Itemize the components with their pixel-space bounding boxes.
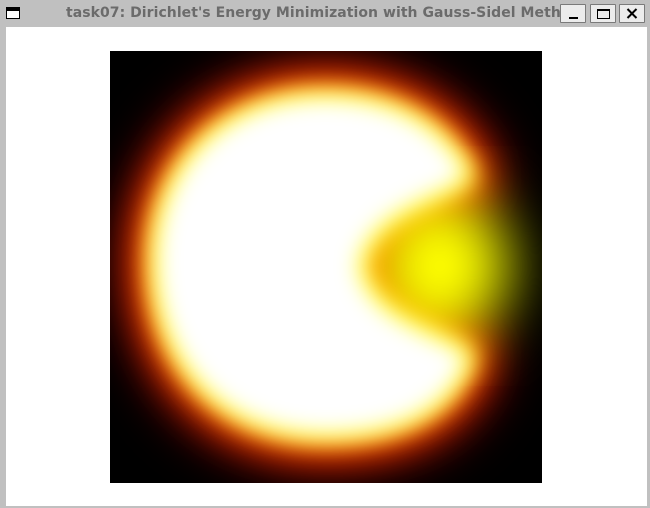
maximize-icon [597, 9, 610, 19]
close-button[interactable] [619, 4, 645, 23]
window-menu-icon[interactable] [6, 7, 20, 19]
heatmap-canvas [110, 51, 542, 483]
minimize-icon [569, 17, 578, 19]
minimize-button[interactable] [560, 4, 586, 23]
heatmap-svg [110, 51, 542, 483]
app-window: task07: Dirichlet's Energy Minimization … [0, 0, 650, 508]
client-area [6, 27, 647, 506]
window-title: task07: Dirichlet's Energy Minimization … [66, 5, 581, 21]
title-bar[interactable]: task07: Dirichlet's Energy Minimization … [0, 0, 650, 27]
maximize-button[interactable] [590, 4, 616, 23]
close-icon [626, 8, 638, 19]
